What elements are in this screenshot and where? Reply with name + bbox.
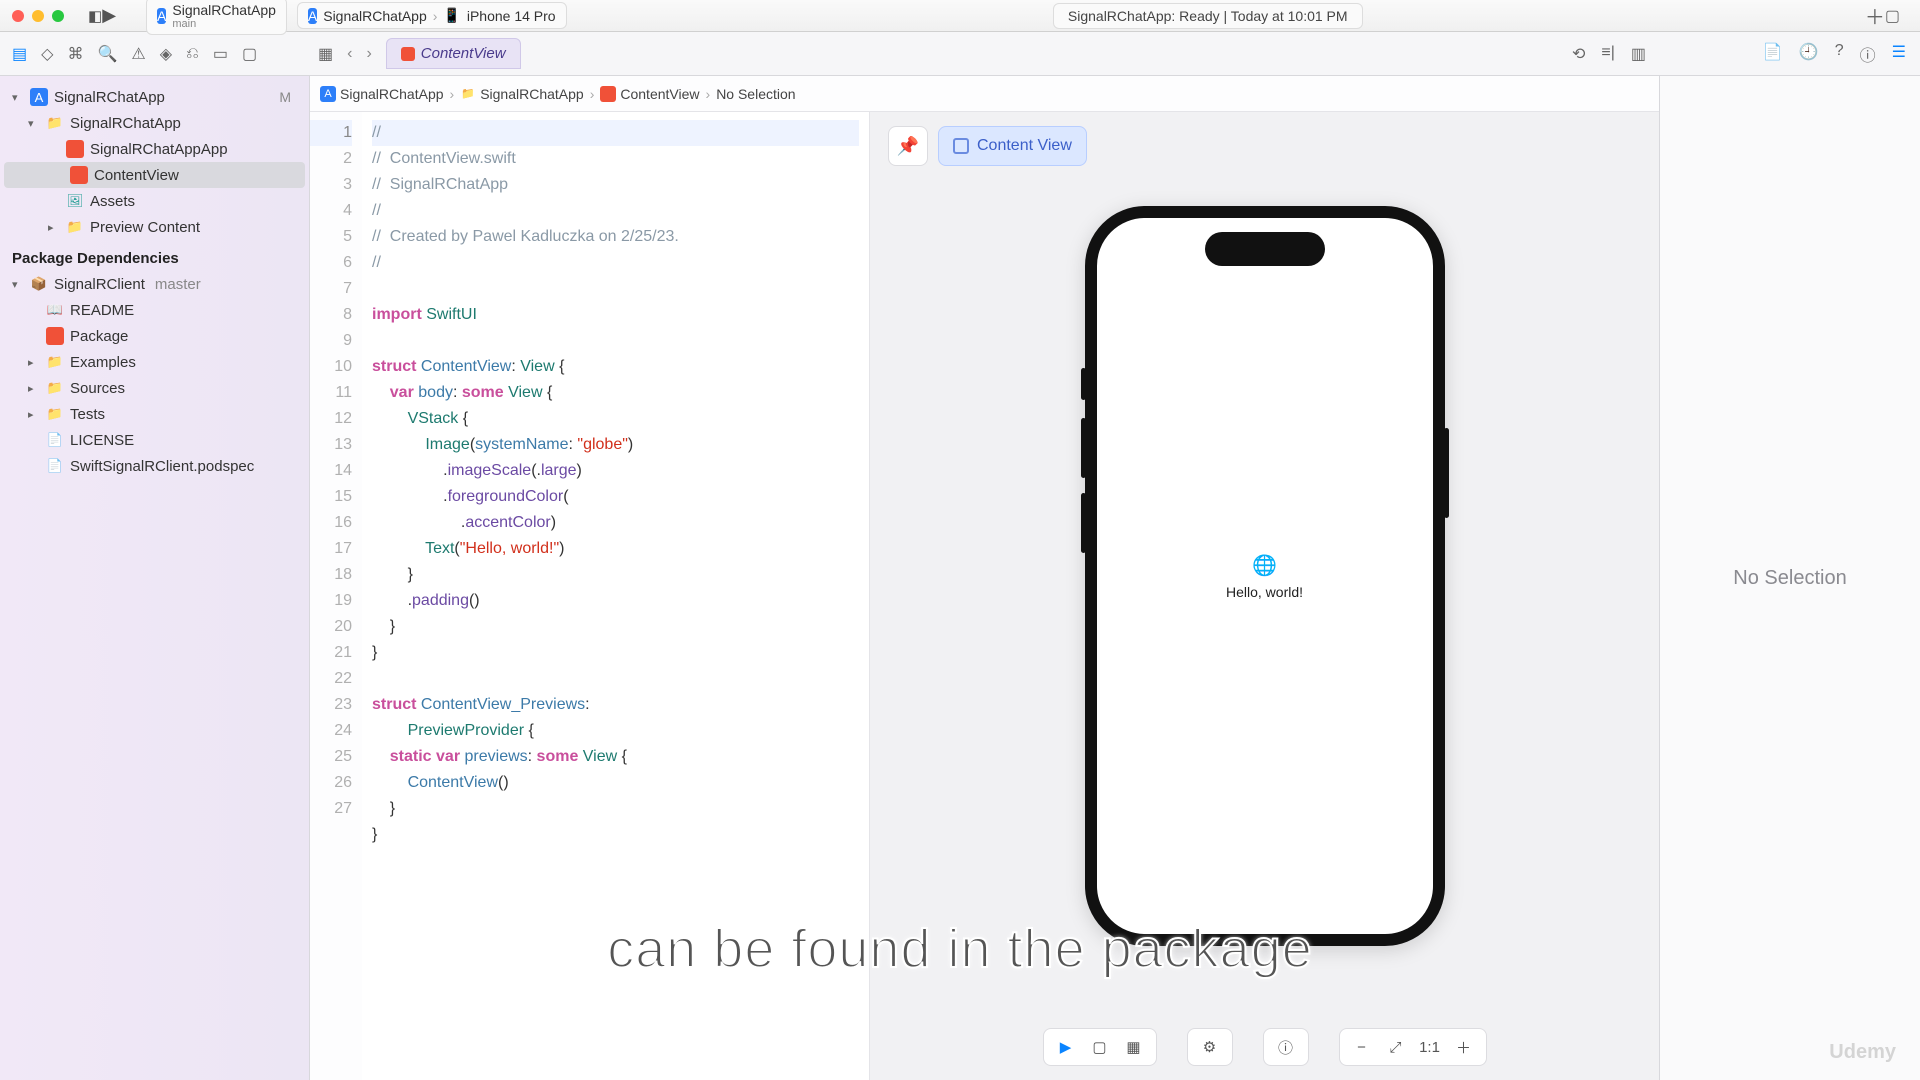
canvas-toggle-icon[interactable]: ▥ [1631, 44, 1646, 64]
zoom-in-button[interactable]: ＋ [1452, 1035, 1476, 1059]
package-signalrclient[interactable]: ▾📦 SignalRClient master [0, 271, 309, 297]
related-items-icon[interactable]: ▦ [318, 44, 333, 64]
navigator-symbol-icon[interactable]: ⌘ [67, 44, 83, 64]
window-titlebar: ◧ ▶ A SignalRChatApp main A SignalRChatA… [0, 0, 1920, 32]
assets-icon: 🖼 [66, 192, 84, 210]
swift-icon [46, 327, 64, 345]
help-inspector-icon[interactable]: ? [1835, 42, 1844, 66]
group-signalrchatapp[interactable]: ▾📁 SignalRChatApp [0, 110, 309, 136]
close-icon[interactable] [12, 10, 24, 22]
library-icon[interactable]: ▢ [1885, 6, 1900, 26]
scheme-name: SignalRChatApp [172, 2, 276, 18]
phone-icon: 📱 [443, 7, 460, 24]
selectable-preview-button[interactable]: ▢ [1088, 1035, 1112, 1059]
video-subtitle: can be found in the package [607, 918, 1313, 980]
line-gutter: 1234567891011121314151617181920212223242… [310, 112, 362, 1080]
pin-preview-button[interactable]: 📌 [888, 126, 928, 166]
app-icon: A [320, 86, 336, 102]
adjust-editor-icon[interactable]: ≡| [1601, 44, 1615, 64]
identity-inspector-icon[interactable]: ⓘ [1860, 42, 1876, 66]
file-readme[interactable]: 📖 README [0, 297, 309, 323]
editor-tab-contentview[interactable]: ContentView [386, 38, 521, 69]
sidebar-toggle-icon[interactable]: ◧ [88, 7, 102, 25]
back-button[interactable]: ‹ [343, 43, 356, 65]
forward-button[interactable]: › [362, 43, 375, 65]
file-license[interactable]: 📄 LICENSE [0, 427, 309, 453]
zoom-actual-button[interactable]: 1:1 [1418, 1035, 1442, 1059]
swift-icon [401, 47, 415, 61]
globe-icon: 🌐 [1252, 553, 1277, 578]
minimize-icon[interactable] [32, 10, 44, 22]
attributes-inspector-icon[interactable]: ☰ [1892, 42, 1906, 66]
folder-tests[interactable]: ▸📁 Tests [0, 401, 309, 427]
folder-sources[interactable]: ▸📁 Sources [0, 375, 309, 401]
folder-preview-content[interactable]: ▸📁 Preview Content [0, 214, 309, 240]
variants-button[interactable]: ▦ [1122, 1035, 1146, 1059]
navigator-project-icon[interactable]: ▤ [12, 44, 27, 64]
build-status: SignalRChatApp: Ready | Today at 10:01 P… [1053, 3, 1363, 29]
navigator-test-icon[interactable]: ◈ [160, 44, 172, 64]
app-icon: A [308, 8, 317, 24]
maximize-icon[interactable] [52, 10, 64, 22]
file-assets[interactable]: 🖼 Assets [0, 188, 309, 214]
inspector-panel: No Selection [1660, 76, 1920, 1080]
scheme-target[interactable]: A SignalRChatApp › 📱 iPhone 14 Pro [297, 2, 567, 29]
app-icon: A [157, 8, 166, 24]
file-app[interactable]: SignalRChatAppApp [0, 136, 309, 162]
hello-text: Hello, world! [1226, 584, 1303, 600]
preview-chip[interactable]: Content View [938, 126, 1087, 166]
scheme-branch: main [172, 18, 276, 30]
navigator-breakpoint-icon[interactable]: ▭ [213, 44, 228, 64]
preview-toolbar: ▶ ▢ ▦ ⚙ ⓘ − ⤢ 1:1 ＋ [870, 1028, 1659, 1066]
zoom-out-button[interactable]: − [1350, 1035, 1374, 1059]
swift-icon [70, 166, 88, 184]
history-inspector-icon[interactable]: 🕘 [1799, 42, 1819, 66]
navigator-report-icon[interactable]: ▢ [242, 44, 257, 64]
folder-examples[interactable]: ▸📁 Examples [0, 349, 309, 375]
run-button-icon[interactable]: ▶ [102, 5, 116, 26]
navigator-debug-icon[interactable]: ⎌ [186, 45, 199, 63]
device-frame: 🌐 Hello, world! [1085, 206, 1445, 946]
preview-more-button[interactable]: ⓘ [1274, 1035, 1298, 1059]
toolbar: ▤ ◇ ⌘ 🔍 ⚠ ◈ ⎌ ▭ ▢ ▦ ‹ › ContentView ⟲ ≡|… [0, 32, 1920, 76]
preview-chip-icon [953, 138, 969, 154]
navigator-issue-icon[interactable]: ⚠ [131, 44, 145, 64]
swift-icon [600, 86, 616, 102]
folder-icon: 📁 [460, 86, 476, 102]
package-dependencies-header: Package Dependencies [0, 240, 309, 271]
readme-icon: 📖 [46, 301, 64, 319]
file-contentview[interactable]: ContentView [4, 162, 305, 188]
refresh-icon[interactable]: ⟲ [1572, 44, 1585, 64]
add-tab-button[interactable]: ＋ [1865, 1, 1885, 30]
device-settings-button[interactable]: ⚙ [1198, 1035, 1222, 1059]
breadcrumb[interactable]: A SignalRChatApp› 📁 SignalRChatApp› Cont… [310, 76, 1659, 112]
swift-icon [66, 140, 84, 158]
live-preview-button[interactable]: ▶ [1054, 1035, 1078, 1059]
project-navigator[interactable]: ▾A SignalRChatApp M ▾📁 SignalRChatApp Si… [0, 76, 310, 1080]
scheme-selector[interactable]: A SignalRChatApp main [146, 0, 287, 35]
modified-badge: M [279, 89, 291, 105]
file-icon: 📄 [46, 457, 64, 475]
file-icon: 📄 [46, 431, 64, 449]
file-podspec[interactable]: 📄 SwiftSignalRClient.podspec [0, 453, 309, 479]
watermark: Udemy [1829, 1041, 1896, 1064]
file-inspector-icon[interactable]: 📄 [1763, 42, 1783, 66]
navigator-source-icon[interactable]: ◇ [41, 44, 53, 64]
project-root[interactable]: ▾A SignalRChatApp M [0, 84, 309, 110]
package-icon: 📦 [30, 275, 48, 293]
zoom-fit-button[interactable]: ⤢ [1384, 1035, 1408, 1059]
traffic-lights[interactable] [12, 10, 64, 22]
file-package[interactable]: Package [0, 323, 309, 349]
inspector-placeholder: No Selection [1733, 567, 1846, 590]
navigator-find-icon[interactable]: 🔍 [97, 44, 117, 64]
